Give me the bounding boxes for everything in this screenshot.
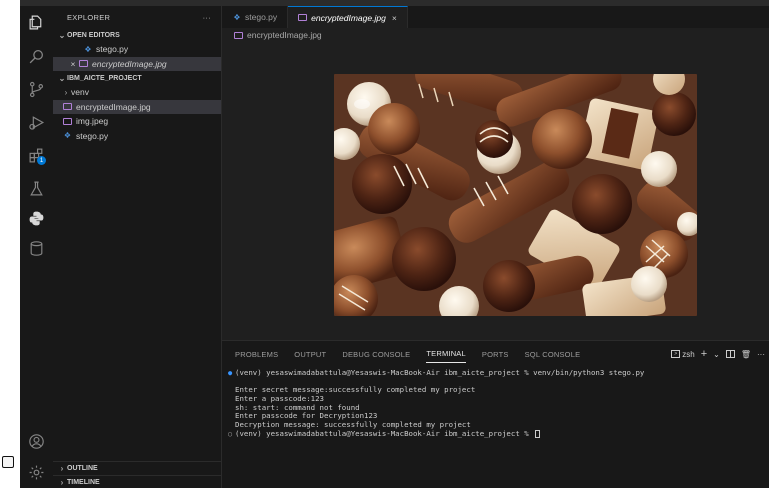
terminal-line: ● (venv) yesaswimadabattula@Yesaswis-MacB… bbox=[228, 368, 769, 378]
breadcrumb: encryptedImage.jpg bbox=[222, 28, 769, 42]
python-file-icon: ❖ bbox=[63, 131, 72, 141]
project-folder-label: IBM_AICTE_PROJECT bbox=[67, 74, 142, 82]
activity-bar: 1 bbox=[20, 6, 53, 488]
chevron-down-icon: ⌄ bbox=[58, 73, 66, 83]
image-file-icon bbox=[298, 14, 308, 21]
open-editors-label: OPEN EDITORS bbox=[67, 31, 120, 39]
settings-gear-icon[interactable] bbox=[26, 462, 47, 483]
account-icon[interactable] bbox=[26, 431, 47, 452]
chevron-down-icon: ⌄ bbox=[58, 30, 66, 40]
chevron-right-icon: › bbox=[64, 87, 68, 97]
terminal-line: ○ (venv) yesaswimadabattula@Yesaswis-MacB… bbox=[228, 428, 769, 439]
terminal-line-text: (venv) yesaswimadabattula@Yesaswis-MacBo… bbox=[235, 428, 534, 438]
tab-sql-console[interactable]: SQL CONSOLE bbox=[525, 346, 581, 363]
chevron-right-icon: › bbox=[60, 463, 64, 473]
timeline-section[interactable]: › TIMELINE bbox=[53, 475, 222, 488]
file-label: stego.py bbox=[76, 130, 109, 141]
split-terminal-icon[interactable] bbox=[725, 350, 735, 358]
extensions-icon[interactable]: 1 bbox=[26, 145, 47, 166]
project-folder-section[interactable]: ⌄ IBM_AICTE_PROJECT bbox=[53, 71, 221, 85]
source-control-icon[interactable] bbox=[26, 79, 47, 100]
files-icon[interactable] bbox=[26, 12, 47, 33]
tab-label: encryptedImage.jpg bbox=[311, 12, 386, 23]
editor-area: ❖ stego.py encryptedImage.jpg × encrypte… bbox=[222, 6, 769, 340]
terminal-line-text: (venv) yesaswimadabattula@Yesaswis-MacBo… bbox=[235, 368, 645, 377]
file-item-img[interactable]: img.jpeg bbox=[53, 114, 221, 129]
panel-actions: > zsh + ⌄ 🗑 ··· bbox=[671, 348, 765, 360]
shell-name[interactable]: zsh bbox=[682, 350, 694, 359]
terminal-shell-icon: > bbox=[671, 350, 681, 358]
explorer-title: EXPLORER bbox=[67, 12, 111, 22]
open-editor-label: encryptedImage.jpg bbox=[92, 58, 167, 69]
tab-problems[interactable]: PROBLEMS bbox=[235, 346, 278, 363]
editor-tabs: ❖ stego.py encryptedImage.jpg × bbox=[222, 6, 769, 28]
file-item-stego[interactable]: ❖ stego.py bbox=[53, 129, 221, 144]
open-editor-item[interactable]: × encryptedImage.jpg bbox=[53, 56, 221, 71]
command-status-dot: ● bbox=[228, 369, 233, 377]
terminal-output[interactable]: ● (venv) yesaswimadabattula@Yesaswis-MacB… bbox=[222, 367, 769, 439]
explorer-header: EXPLORER ··· bbox=[53, 6, 221, 28]
open-editor-label: stego.py bbox=[96, 44, 129, 55]
python-file-icon: ❖ bbox=[233, 12, 241, 22]
tab-ports[interactable]: PORTS bbox=[482, 346, 509, 363]
breadcrumb-item[interactable]: encryptedImage.jpg bbox=[247, 30, 322, 40]
open-editors-section[interactable]: ⌄ OPEN EDITORS bbox=[53, 28, 221, 42]
image-file-icon bbox=[63, 117, 72, 125]
tab-encrypted-image[interactable]: encryptedImage.jpg × bbox=[288, 6, 408, 28]
file-label: encryptedImage.jpg bbox=[76, 101, 151, 112]
tab-debug-console[interactable]: DEBUG CONSOLE bbox=[342, 346, 410, 363]
testing-icon[interactable] bbox=[26, 178, 47, 199]
search-icon[interactable] bbox=[26, 46, 47, 67]
extensions-badge: 1 bbox=[37, 156, 46, 165]
keyboard-icon bbox=[2, 456, 14, 468]
image-file-icon bbox=[234, 31, 243, 39]
open-editor-item[interactable]: ❖ stego.py bbox=[53, 42, 221, 57]
terminal-cursor bbox=[535, 430, 541, 439]
outline-section[interactable]: › OUTLINE bbox=[53, 461, 222, 474]
image-file-icon bbox=[63, 103, 72, 111]
tab-close-button[interactable]: × bbox=[392, 13, 397, 23]
explorer-more-button[interactable]: ··· bbox=[203, 13, 211, 22]
panel-more-button[interactable]: ··· bbox=[757, 350, 765, 359]
run-debug-icon[interactable] bbox=[26, 112, 47, 133]
image-preview bbox=[334, 74, 697, 316]
folder-item-venv[interactable]: › venv bbox=[53, 85, 221, 100]
bottom-panel: PROBLEMS OUTPUT DEBUG CONSOLE TERMINAL P… bbox=[222, 340, 769, 488]
file-label: venv bbox=[71, 87, 89, 98]
tab-stego-py[interactable]: ❖ stego.py bbox=[222, 6, 289, 28]
explorer-sidebar: EXPLORER ··· ⌄ OPEN EDITORS ❖ stego.py ×… bbox=[53, 6, 222, 488]
chocolates-image bbox=[334, 74, 697, 316]
file-label: img.jpeg bbox=[76, 116, 109, 127]
image-file-icon bbox=[79, 60, 88, 68]
command-status-dot: ○ bbox=[228, 429, 233, 438]
database-icon[interactable] bbox=[26, 238, 47, 259]
timeline-label: TIMELINE bbox=[67, 478, 100, 486]
add-terminal-button[interactable]: + bbox=[701, 348, 707, 360]
desktop-margin bbox=[0, 0, 20, 488]
python-icon[interactable] bbox=[26, 208, 47, 229]
chevron-right-icon: › bbox=[60, 477, 64, 487]
trash-icon[interactable]: 🗑 bbox=[741, 350, 751, 359]
tab-label: stego.py bbox=[245, 12, 278, 22]
close-icon[interactable]: × bbox=[67, 59, 79, 69]
python-file-icon: ❖ bbox=[84, 44, 92, 54]
chevron-down-icon[interactable]: ⌄ bbox=[713, 350, 720, 359]
outline-label: OUTLINE bbox=[67, 464, 98, 472]
tab-output[interactable]: OUTPUT bbox=[294, 346, 326, 363]
file-item-encrypted-image[interactable]: encryptedImage.jpg bbox=[53, 99, 221, 114]
tab-terminal[interactable]: TERMINAL bbox=[426, 345, 466, 363]
